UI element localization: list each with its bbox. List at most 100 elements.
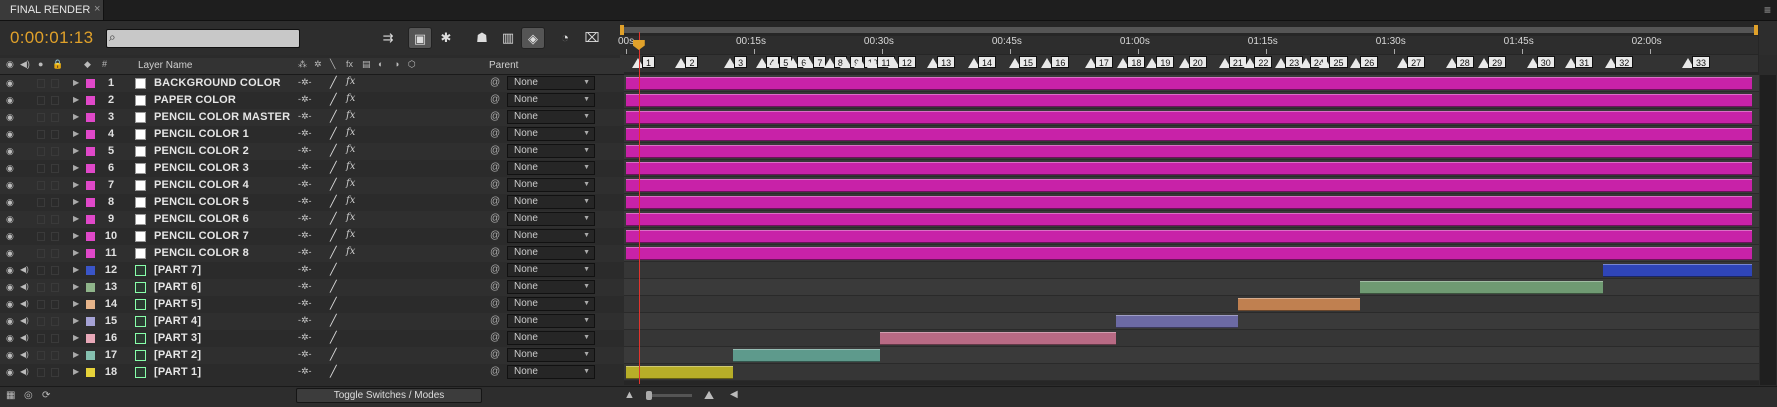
quality-switch-icon[interactable]: ╱ — [330, 144, 337, 157]
toggle-switches-modes-button[interactable]: Toggle Switches / Modes — [296, 388, 482, 403]
pickwhip-icon[interactable]: @ — [490, 264, 500, 275]
current-time-indicator[interactable] — [638, 32, 640, 384]
label-color-swatch[interactable] — [86, 300, 95, 309]
render-icon[interactable]: ⌧ — [580, 27, 604, 49]
timeline-scroll-left-icon[interactable]: ◀ — [730, 389, 738, 400]
zoom-slider[interactable] — [648, 394, 692, 397]
shy-switch-icon[interactable]: -✲- — [298, 179, 312, 190]
parent-dropdown[interactable]: None ▼ — [507, 229, 595, 243]
parent-dropdown[interactable]: None ▼ — [507, 365, 595, 379]
layer-row[interactable]: ◉ ▶ 11 PENCIL COLOR 8 -✲- ╱ fx @ None ▼ — [0, 245, 624, 262]
comp-mini-flowchart-icon[interactable]: ⇉ — [376, 27, 400, 49]
shy-switch-icon[interactable]: -✲- — [298, 94, 312, 105]
layer-row[interactable]: ◉ ◀) ▶ 12 [PART 7] -✲- ╱ @ None ▼ — [0, 262, 624, 279]
layer-name[interactable]: PENCIL COLOR 8 — [154, 247, 249, 259]
shy-switch-icon[interactable]: -✲- — [298, 281, 312, 292]
label-color-swatch[interactable] — [86, 232, 95, 241]
quality-switch-icon[interactable]: ╱ — [330, 297, 337, 310]
quality-switch-icon[interactable]: ╱ — [330, 93, 337, 106]
expand-triangle-icon[interactable]: ▶ — [73, 112, 79, 121]
solo-switch[interactable] — [37, 283, 45, 292]
lock-switch[interactable] — [51, 249, 59, 258]
layer-row[interactable]: ◉ ▶ 2 PAPER COLOR -✲- ╱ fx @ None ▼ — [0, 92, 624, 109]
quality-switch-icon[interactable]: ╱ — [330, 178, 337, 191]
shy-switch-icon[interactable]: -✲- — [298, 128, 312, 139]
expand-triangle-icon[interactable]: ▶ — [73, 316, 79, 325]
shy-switch-icon[interactable]: -✲- — [298, 315, 312, 326]
parent-dropdown[interactable]: None ▼ — [507, 314, 595, 328]
solo-switch[interactable] — [37, 300, 45, 309]
solo-switch[interactable] — [37, 147, 45, 156]
layer-duration-bar[interactable] — [1602, 264, 1752, 277]
timeline-row-track[interactable] — [624, 330, 1759, 347]
parent-dropdown[interactable]: None ▼ — [507, 178, 595, 192]
layer-name[interactable]: [PART 3] — [154, 332, 201, 344]
quality-switch-icon[interactable]: ╱ — [330, 314, 337, 327]
frame-blending-icon[interactable]: ☗ — [470, 27, 494, 49]
parent-column-label[interactable]: Parent — [489, 60, 518, 71]
marker-label[interactable]: 13 — [937, 56, 956, 68]
quality-switch-icon[interactable]: ╱ — [330, 195, 337, 208]
audio-speaker-icon[interactable]: ◀) — [20, 367, 29, 376]
shy-switch-icon[interactable]: -✲- — [298, 298, 312, 309]
marker-label[interactable]: 30 — [1536, 56, 1555, 68]
visibility-eye-icon[interactable]: ◉ — [6, 316, 14, 327]
expand-triangle-icon[interactable]: ▶ — [73, 163, 79, 172]
shy-switch-icon[interactable]: -✲- — [298, 213, 312, 224]
pickwhip-icon[interactable]: @ — [490, 247, 500, 258]
layer-row[interactable]: ◉ ▶ 8 PENCIL COLOR 5 -✲- ╱ fx @ None ▼ — [0, 194, 624, 211]
pickwhip-icon[interactable]: @ — [490, 230, 500, 241]
pickwhip-icon[interactable]: @ — [490, 77, 500, 88]
effects-switch-icon[interactable]: fx — [346, 178, 355, 189]
expand-triangle-icon[interactable]: ▶ — [73, 350, 79, 359]
solo-switch[interactable] — [37, 232, 45, 241]
modes-pane-icon[interactable]: ◎ — [24, 390, 33, 401]
expand-triangle-icon[interactable]: ▶ — [73, 265, 79, 274]
effects-switch-icon[interactable]: fx — [346, 110, 355, 121]
quality-switch-icon[interactable]: ╱ — [330, 212, 337, 225]
visibility-eye-icon[interactable]: ◉ — [6, 214, 14, 225]
layer-duration-bar[interactable] — [1237, 298, 1360, 311]
solo-switch[interactable] — [37, 164, 45, 173]
parent-dropdown[interactable]: None ▼ — [507, 195, 595, 209]
lock-switch[interactable] — [51, 317, 59, 326]
lock-switch[interactable] — [51, 334, 59, 343]
expand-triangle-icon[interactable]: ▶ — [73, 78, 79, 87]
label-color-swatch[interactable] — [86, 215, 95, 224]
pickwhip-icon[interactable]: @ — [490, 128, 500, 139]
lock-switch[interactable] — [51, 198, 59, 207]
shy-icon[interactable]: ✱ — [434, 27, 458, 49]
expand-triangle-icon[interactable]: ▶ — [73, 180, 79, 189]
timeline-vertical-scrollbar[interactable] — [1760, 75, 1776, 385]
layer-name[interactable]: PENCIL COLOR 7 — [154, 230, 249, 242]
lock-switch[interactable] — [51, 283, 59, 292]
effects-switch-icon[interactable]: fx — [346, 127, 355, 138]
marker-label[interactable]: 26 — [1360, 56, 1379, 68]
parent-dropdown[interactable]: None ▼ — [507, 127, 595, 141]
label-color-swatch[interactable] — [86, 181, 95, 190]
parent-dropdown[interactable]: None ▼ — [507, 161, 595, 175]
visibility-eye-icon[interactable]: ◉ — [6, 197, 14, 208]
marker-label[interactable]: 25 — [1329, 56, 1348, 68]
visibility-eye-icon[interactable]: ◉ — [6, 282, 14, 293]
marker-label[interactable]: 3 — [734, 56, 748, 68]
visibility-eye-icon[interactable]: ◉ — [6, 367, 14, 378]
quality-switch-icon[interactable]: ╱ — [330, 161, 337, 174]
layer-row[interactable]: ◉ ◀) ▶ 13 [PART 6] -✲- ╱ @ None ▼ — [0, 279, 624, 296]
quality-switch-icon[interactable]: ╱ — [330, 110, 337, 123]
shy-switch-icon[interactable]: -✲- — [298, 111, 312, 122]
time-ruler[interactable] — [620, 36, 1758, 54]
motion-blur-icon[interactable]: ▥ — [496, 27, 520, 49]
layer-duration-bar[interactable] — [626, 94, 1752, 107]
solo-switch[interactable] — [37, 181, 45, 190]
shy-switch-icon[interactable]: -✲- — [298, 230, 312, 241]
effects-switch-icon[interactable]: fx — [346, 229, 355, 240]
lock-switch[interactable] — [51, 147, 59, 156]
audio-speaker-icon[interactable]: ◀) — [20, 282, 29, 291]
marker-label[interactable]: 22 — [1254, 56, 1273, 68]
layer-name[interactable]: PENCIL COLOR 6 — [154, 213, 249, 225]
visibility-eye-icon[interactable]: ◉ — [6, 248, 14, 259]
lock-switch[interactable] — [51, 266, 59, 275]
layer-name[interactable]: BACKGROUND COLOR — [154, 77, 281, 89]
marker-label[interactable]: 28 — [1455, 56, 1474, 68]
